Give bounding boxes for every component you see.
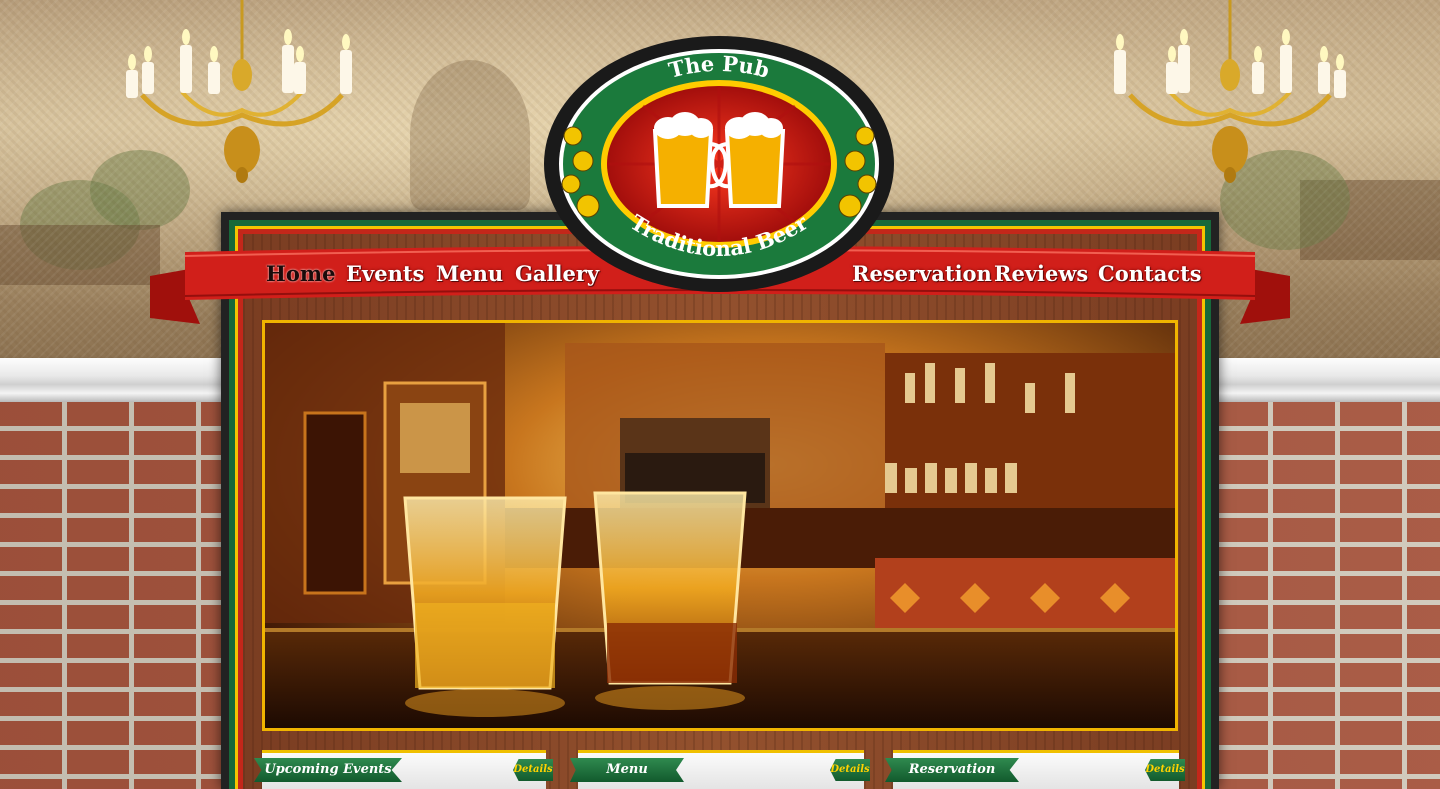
details-button-menu[interactable]: Details <box>830 759 870 781</box>
mural-cottage <box>0 225 160 285</box>
nav-contacts[interactable]: Contacts <box>1098 258 1202 290</box>
pub-logo[interactable]: The Pub Traditional Beer <box>543 36 895 296</box>
mural-cottage <box>1300 180 1440 260</box>
nav-events[interactable]: Events <box>346 258 424 290</box>
mural-tree <box>20 180 140 270</box>
panel-title-reservation: Reservation <box>885 758 1019 782</box>
pub-interior-illustration <box>265 323 1175 728</box>
hero-pub-interior-image <box>262 320 1178 731</box>
chandelier-left-icon <box>126 0 352 183</box>
details-button-reservation[interactable]: Details <box>1145 759 1185 781</box>
nav-menu[interactable]: Menu <box>436 258 503 290</box>
pub-logo-emblem-icon: The Pub Traditional Beer <box>544 36 894 292</box>
panel-title-menu: Menu <box>570 758 684 782</box>
panel-title-upcoming-events: Upcoming Events <box>254 758 402 782</box>
details-button-events[interactable]: Details <box>513 759 553 781</box>
chandelier-right-icon <box>1114 0 1346 183</box>
mural-figure <box>410 60 530 210</box>
nav-home[interactable]: Home <box>266 258 335 290</box>
nav-reviews[interactable]: Reviews <box>994 258 1088 290</box>
